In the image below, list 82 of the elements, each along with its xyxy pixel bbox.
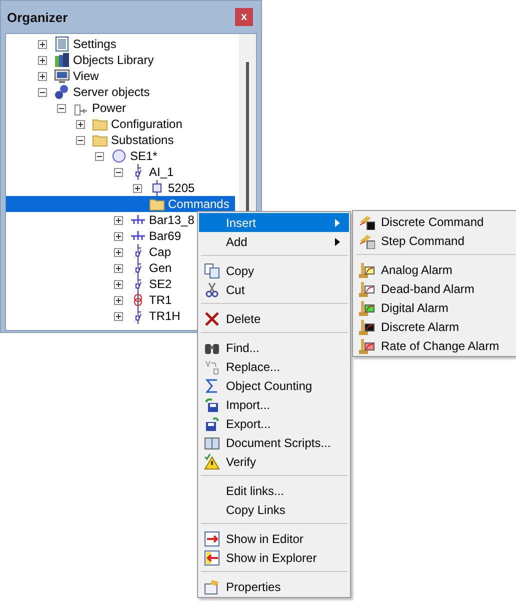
menu-item[interactable]: Discrete Command: [354, 212, 516, 231]
expander-icon[interactable]: [38, 56, 47, 64]
menu-item[interactable]: Edit links...: [199, 481, 349, 500]
tree-item[interactable]: Bar13_8: [149, 213, 194, 227]
tree-item[interactable]: 5205: [168, 181, 195, 195]
tree-item[interactable]: Bar69: [149, 229, 182, 243]
expander-icon[interactable]: [114, 296, 123, 304]
list-icon: [54, 36, 70, 52]
library-icon: [54, 52, 70, 68]
expander-icon[interactable]: [114, 248, 123, 256]
panel-title: Organizer: [7, 10, 68, 24]
menu-item[interactable]: Analog Alarm: [354, 260, 516, 279]
tree-item[interactable]: SE1*: [130, 149, 158, 163]
menu-item[interactable]: Properties: [199, 577, 349, 596]
menu-item[interactable]: Show in Explorer: [199, 548, 349, 567]
menu-item[interactable]: Insert: [199, 213, 349, 232]
close-button[interactable]: x: [235, 8, 253, 26]
tree-item[interactable]: Gen: [149, 261, 172, 275]
expander-icon[interactable]: [38, 40, 47, 48]
expander-icon[interactable]: [114, 216, 123, 224]
import-icon: [204, 396, 220, 412]
expander-icon[interactable]: [38, 88, 47, 96]
alarm-icon: [359, 338, 375, 354]
expander-icon[interactable]: [114, 232, 123, 240]
tree-item[interactable]: Commands: [168, 197, 230, 211]
tree-item[interactable]: Objects Library: [73, 53, 154, 67]
menu-item[interactable]: Replace...: [199, 357, 349, 376]
alarm-icon: [359, 280, 375, 296]
menu-item[interactable]: Verify: [199, 452, 349, 471]
export-icon: [204, 416, 220, 432]
tree-item[interactable]: TR1: [149, 293, 172, 307]
menu-item[interactable]: Import...: [199, 395, 349, 414]
menu-item[interactable]: Object Counting: [199, 376, 349, 395]
copy-icon: [204, 262, 220, 278]
menu-item[interactable]: Export...: [199, 414, 349, 433]
circle-icon: [111, 148, 127, 164]
warning-icon: [204, 454, 220, 470]
expander-icon[interactable]: [57, 104, 66, 112]
expander-icon[interactable]: [114, 264, 123, 272]
expander-icon[interactable]: [114, 312, 123, 320]
tree-item[interactable]: View: [73, 69, 99, 83]
sigma-icon: [204, 378, 220, 394]
properties-icon: [204, 578, 220, 594]
menu-item[interactable]: Show in Editor: [199, 529, 349, 548]
tree-item[interactable]: Substations: [111, 133, 174, 147]
menu-item[interactable]: Document Scripts...: [199, 433, 349, 452]
tree-item[interactable]: AI_1: [149, 165, 174, 179]
tree-row[interactable]: Commands: [6, 196, 235, 212]
menu-item[interactable]: Digital Alarm: [354, 298, 516, 317]
tree-item[interactable]: SE2: [149, 277, 172, 291]
alarm-icon: [359, 318, 375, 334]
tree-item[interactable]: Settings: [73, 37, 116, 51]
menu-item[interactable]: Copy: [199, 261, 349, 280]
tree-item[interactable]: Power: [92, 101, 126, 115]
expander-icon[interactable]: [133, 184, 142, 192]
expander-icon[interactable]: [76, 136, 85, 144]
menu-item[interactable]: Discrete Alarm: [354, 317, 516, 336]
menu-item[interactable]: Dead-band Alarm: [354, 279, 516, 298]
alarm-icon: [359, 262, 375, 278]
tree-item[interactable]: Configuration: [111, 117, 182, 131]
menu-item[interactable]: Cut: [199, 280, 349, 299]
menu-item[interactable]: Delete: [199, 309, 349, 328]
menu-item[interactable]: Rate of Change Alarm: [354, 336, 516, 355]
scissors-icon: [204, 282, 220, 298]
menu-item[interactable]: Step Command: [354, 231, 516, 250]
tree-item[interactable]: Server objects: [73, 85, 150, 99]
menu-item[interactable]: Find...: [199, 338, 349, 357]
expander-icon[interactable]: [95, 152, 104, 160]
expander-icon[interactable]: [38, 72, 47, 80]
expander-icon[interactable]: [114, 280, 123, 288]
replace-icon: [204, 358, 220, 374]
monitor-icon: [54, 68, 70, 84]
alarm-icon: [359, 300, 375, 316]
menu-item[interactable]: Copy Links: [199, 500, 349, 519]
tree-item[interactable]: TR1H: [149, 309, 180, 323]
expander-icon[interactable]: [76, 120, 85, 128]
menu-item[interactable]: Add: [199, 232, 349, 251]
explorer-icon: [204, 550, 220, 566]
editor-icon: [204, 530, 220, 546]
tree-item[interactable]: Cap: [149, 245, 172, 259]
expander-icon[interactable]: [114, 168, 123, 176]
delete-icon: [204, 310, 220, 326]
